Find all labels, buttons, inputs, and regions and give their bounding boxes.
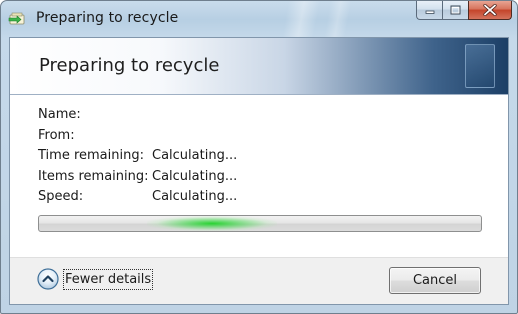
header-band: Preparing to recycle xyxy=(10,38,508,95)
fewer-details-label[interactable]: Fewer details xyxy=(63,268,154,290)
content-panel: Preparing to recycle Name: From: Time re… xyxy=(9,37,509,305)
header-title: Preparing to recycle xyxy=(39,55,220,76)
fewer-details-toggle[interactable]: Fewer details xyxy=(37,266,154,292)
progress-marquee-glow xyxy=(147,216,277,231)
detail-value: Calculating... xyxy=(152,189,238,204)
details-list: Name: From: Time remaining: Calculating.… xyxy=(38,105,237,208)
close-icon xyxy=(483,4,497,16)
minimize-icon xyxy=(425,10,434,14)
detail-label: Name: xyxy=(38,107,81,122)
close-button[interactable] xyxy=(468,1,512,20)
progress-bar xyxy=(38,215,482,232)
window-title: Preparing to recycle xyxy=(36,10,179,26)
detail-value: Calculating... xyxy=(152,148,238,163)
detail-row-speed: Speed: Calculating... xyxy=(38,187,237,208)
maximize-icon xyxy=(450,5,461,15)
detail-row-items-remaining: Items remaining: Calculating... xyxy=(38,167,237,188)
dialog-footer: Fewer details Cancel xyxy=(10,257,508,304)
detail-value: Calculating... xyxy=(152,168,238,184)
minimize-button[interactable] xyxy=(416,1,442,20)
header-decoration xyxy=(465,44,495,88)
detail-label: From: xyxy=(38,127,75,143)
detail-row-name: Name: xyxy=(38,105,237,126)
recycle-progress-icon xyxy=(8,12,25,25)
chevron-up-circle-icon[interactable] xyxy=(37,268,59,290)
detail-label: Speed: xyxy=(38,189,84,204)
cancel-button[interactable]: Cancel xyxy=(389,267,481,294)
title-bar[interactable]: Preparing to recycle xyxy=(1,1,517,37)
detail-label: Time remaining: xyxy=(38,148,144,163)
caption-buttons xyxy=(416,1,512,21)
progress-dialog-window: Preparing to recycle Preparing to recycl… xyxy=(0,0,518,314)
detail-row-from: From: xyxy=(38,126,237,147)
maximize-button[interactable] xyxy=(442,1,468,20)
detail-label: Items remaining: xyxy=(38,168,149,184)
detail-row-time-remaining: Time remaining: Calculating... xyxy=(38,146,237,167)
